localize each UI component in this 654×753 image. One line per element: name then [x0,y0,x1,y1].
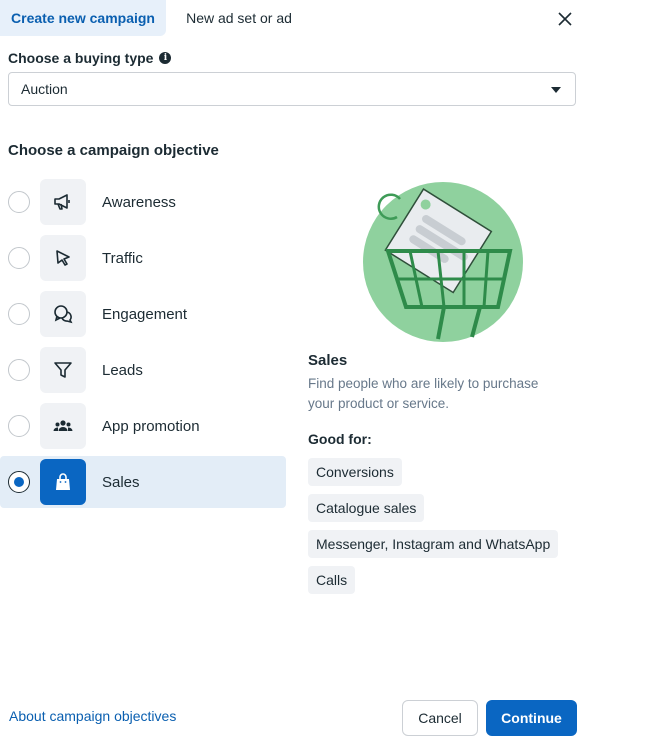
objective-sales[interactable]: Sales [0,456,286,508]
dropdown-caret-icon [551,87,561,93]
detail-description: Find people who are likely to purchase y… [308,376,539,411]
buying-type-label: Choose a buying type i [8,50,172,66]
radio-awareness[interactable] [8,191,30,213]
radio-app-promotion[interactable] [8,415,30,437]
objective-engagement[interactable]: Engagement [0,288,286,340]
buying-type-select[interactable]: Auction [8,72,576,106]
objective-label: Engagement [102,305,188,323]
people-icon [40,403,86,449]
radio-traffic[interactable] [8,247,30,269]
continue-button[interactable]: Continue [486,700,577,736]
sales-illustration [360,179,526,345]
objective-traffic[interactable]: Traffic [0,232,286,284]
radio-sales[interactable] [8,471,30,493]
about-objectives-link[interactable]: About campaign objectives [9,708,176,724]
objective-label: Traffic [102,249,143,267]
objective-heading: Choose a campaign objective [8,142,219,159]
good-for-chip: Conversions [308,458,402,486]
objective-awareness[interactable]: Awareness [0,176,286,228]
tab-new-ad-set-or-ad[interactable]: New ad set or ad [166,0,312,36]
objective-app-promotion[interactable]: App promotion [0,400,286,452]
objective-label: App promotion [102,417,200,435]
tab-create-new-campaign[interactable]: Create new campaign [0,0,166,36]
shopping-bag-icon [40,459,86,505]
megaphone-icon [40,179,86,225]
good-for-chip: Calls [308,566,356,594]
info-icon[interactable]: i [159,52,172,64]
chat-bubbles-icon [40,291,86,337]
close-icon [558,12,572,26]
good-for-chip: Catalogue sales [308,494,425,522]
detail-title: Sales [308,352,348,369]
radio-engagement[interactable] [8,303,30,325]
funnel-icon [40,347,86,393]
buying-type-value: Auction [21,81,68,97]
objective-leads[interactable]: Leads [0,344,286,396]
objective-label: Leads [102,361,143,379]
radio-leads[interactable] [8,359,30,381]
close-button[interactable] [552,6,578,32]
good-for-label: Good for: [308,431,372,447]
cancel-button[interactable]: Cancel [402,700,478,736]
cursor-icon [40,235,86,281]
objective-label: Awareness [102,193,176,211]
objective-label: Sales [102,473,140,491]
buying-type-label-text: Choose a buying type [8,50,154,66]
good-for-chip: Messenger, Instagram and WhatsApp [308,530,559,558]
